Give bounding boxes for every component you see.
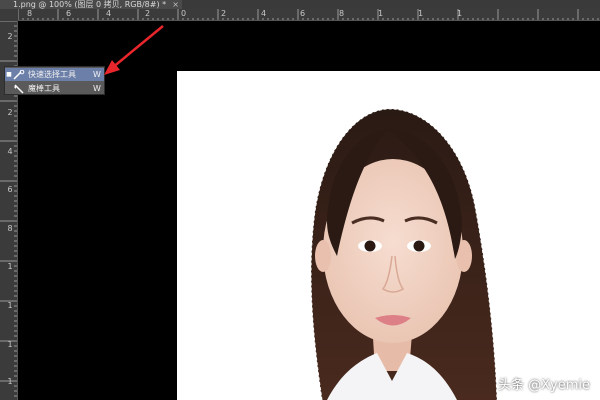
selection-tool-flyout: ■ 快速选择工具 W 魔棒工具 W bbox=[4, 66, 105, 95]
magic-wand-icon bbox=[13, 83, 25, 94]
ruler-label: 8 bbox=[27, 9, 33, 18]
ruler-label: 2 bbox=[7, 32, 13, 41]
ruler-label: 8 bbox=[339, 9, 345, 18]
selected-marker-icon: ■ bbox=[6, 71, 12, 78]
menu-item-label: 魔棒工具 bbox=[28, 84, 60, 93]
ruler-label: 4 bbox=[7, 147, 13, 156]
left-ear bbox=[315, 240, 331, 272]
ruler-label: 4 bbox=[106, 9, 112, 18]
ruler-label: 8 bbox=[7, 224, 13, 233]
quick-selection-glyph bbox=[13, 69, 25, 80]
document-tab[interactable]: 1.png @ 100% (图层 0 拷贝, RGB/8#) * × bbox=[0, 0, 182, 9]
ruler-label: 0 bbox=[181, 9, 187, 18]
quick-selection-icon bbox=[13, 69, 25, 80]
ruler-label: 6 bbox=[300, 9, 306, 18]
ruler-label: 1 bbox=[7, 340, 13, 349]
portrait-image[interactable] bbox=[177, 71, 600, 400]
ruler-label: 2 bbox=[221, 9, 227, 18]
menu-item-magic-wand[interactable]: 魔棒工具 W bbox=[5, 82, 104, 95]
document-tab-title: 1.png @ 100% (图层 0 拷贝, RGB/8#) * bbox=[13, 0, 167, 9]
menu-item-label: 快速选择工具 bbox=[28, 70, 76, 79]
ruler-label: 2 bbox=[145, 9, 151, 18]
menu-item-shortcut: W bbox=[93, 70, 101, 79]
ruler-label: 1 bbox=[7, 377, 13, 386]
ruler-label: 1 bbox=[418, 9, 424, 18]
ruler-label: 1 bbox=[7, 301, 13, 310]
close-tab-icon[interactable]: × bbox=[172, 0, 179, 9]
right-iris bbox=[413, 240, 425, 252]
ruler-label: 1 bbox=[7, 262, 13, 271]
ruler-label: 2 bbox=[7, 108, 13, 117]
ruler-corner[interactable] bbox=[0, 9, 18, 21]
menu-item-quick-selection[interactable]: ■ 快速选择工具 W bbox=[5, 68, 104, 81]
watermark-text: 头条 @Xyemie bbox=[497, 378, 590, 393]
left-iris bbox=[364, 240, 376, 252]
horizontal-ruler[interactable]: 8 6 4 2 0 2 4 6 8 1 1 1 bbox=[18, 9, 600, 21]
ruler-label: 4 bbox=[261, 9, 267, 18]
portrait-illustration bbox=[310, 108, 498, 400]
ruler-label: 1 bbox=[378, 9, 384, 18]
tab-bar bbox=[182, 0, 600, 9]
ruler-label: 1 bbox=[457, 9, 463, 18]
ruler-label: 6 bbox=[66, 9, 72, 18]
menu-item-shortcut: W bbox=[93, 84, 101, 93]
ruler-label: 6 bbox=[7, 185, 13, 194]
magic-wand-glyph bbox=[14, 83, 24, 94]
